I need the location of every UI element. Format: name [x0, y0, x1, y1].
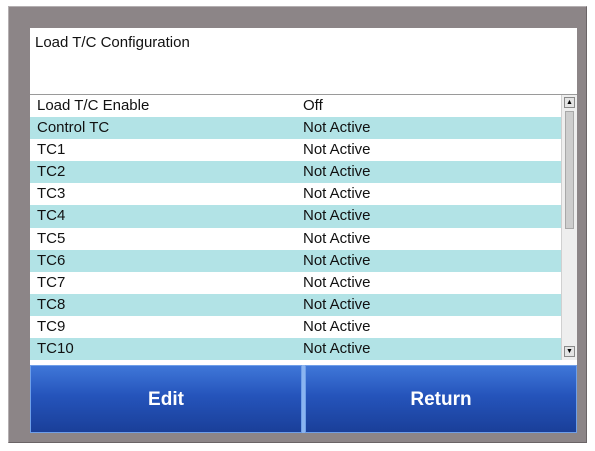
row-value: Not Active: [303, 207, 371, 225]
list-row[interactable]: TC3 Not Active: [30, 183, 561, 205]
row-value: Not Active: [303, 185, 371, 203]
row-name: TC7: [37, 273, 66, 291]
row-name: TC9: [37, 317, 66, 335]
list-row[interactable]: TC2 Not Active: [30, 161, 561, 184]
scroll-down-arrow-icon[interactable]: ▼: [564, 346, 575, 357]
list-row[interactable]: TC1 Not Active: [30, 139, 561, 161]
list-row[interactable]: TC8 Not Active: [30, 293, 561, 316]
scrollbar-thumb[interactable]: [565, 111, 574, 229]
row-value: Not Active: [303, 251, 371, 269]
row-name: TC3: [37, 185, 66, 203]
config-list: Load T/C Enable Off Control TC Not Activ…: [30, 95, 561, 360]
row-name: TC5: [37, 229, 66, 247]
button-bar: Edit Return: [30, 365, 577, 433]
list-scrollbar[interactable]: ▲ ▼: [561, 95, 577, 360]
list-row[interactable]: Control TC Not Active: [30, 117, 561, 140]
title-panel: Load T/C Configuration: [30, 28, 577, 95]
list-row[interactable]: Load T/C Enable Off: [30, 95, 561, 117]
list-row[interactable]: TC4 Not Active: [30, 205, 561, 228]
row-name: Load T/C Enable: [37, 97, 150, 114]
row-name: TC2: [37, 163, 66, 181]
row-name: TC6: [37, 251, 66, 269]
edit-button[interactable]: Edit: [30, 365, 302, 433]
row-name: TC8: [37, 295, 66, 313]
row-value: Not Active: [303, 229, 371, 247]
row-value: Not Active: [303, 141, 371, 159]
list-row[interactable]: TC5 Not Active: [30, 228, 561, 250]
row-name: TC1: [37, 141, 66, 159]
screen: Load T/C Configuration Load T/C Enable O…: [30, 28, 577, 433]
row-name: TC10: [37, 340, 74, 358]
list-row[interactable]: TC9 Not Active: [30, 316, 561, 338]
row-value: Not Active: [303, 119, 371, 137]
row-value: Off: [303, 97, 323, 114]
list-row[interactable]: TC7 Not Active: [30, 272, 561, 294]
row-name: Control TC: [37, 119, 110, 137]
row-value: Not Active: [303, 295, 371, 313]
row-value: Not Active: [303, 273, 371, 291]
list-row[interactable]: TC6 Not Active: [30, 249, 561, 272]
list-row[interactable]: TC10 Not Active: [30, 338, 561, 360]
row-name: TC4: [37, 207, 66, 225]
page-title: Load T/C Configuration: [35, 34, 190, 51]
scroll-up-arrow-icon[interactable]: ▲: [564, 97, 575, 108]
return-button[interactable]: Return: [305, 365, 577, 433]
row-value: Not Active: [303, 317, 371, 335]
row-value: Not Active: [303, 340, 371, 358]
row-value: Not Active: [303, 163, 371, 181]
